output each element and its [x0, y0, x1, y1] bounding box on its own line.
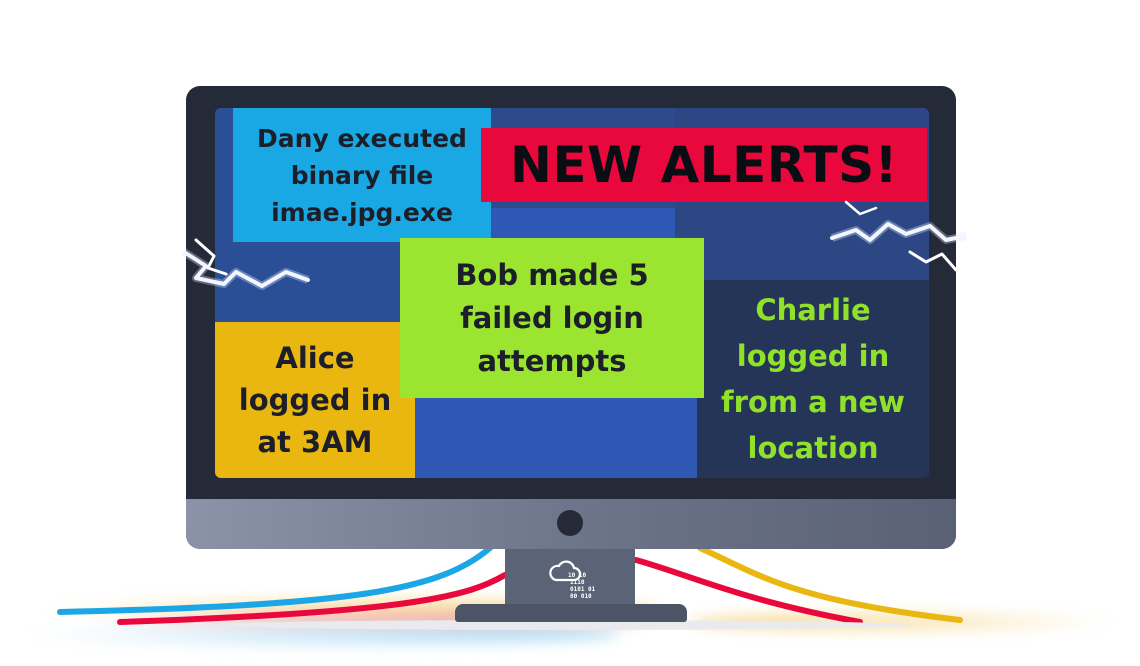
lightning-spark-icon: [830, 200, 968, 272]
alert-alice-line-3: at 3AM: [257, 425, 373, 459]
monitor-stand-base: [455, 604, 687, 622]
new-alerts-headline: NEW ALERTS!: [510, 136, 898, 194]
alert-card-alice: Alice logged in at 3AM: [215, 322, 415, 478]
alert-dany-line-1: Dany executed: [257, 123, 467, 153]
alert-bob-line-3: attempts: [477, 343, 627, 378]
alert-alice-line-2: logged in: [238, 383, 392, 417]
monitor: Dany executed binary file imae.jpg.exe N…: [186, 86, 956, 549]
alert-bob-line-2: failed login: [460, 300, 644, 335]
alert-monitor-illustration: 10 10 1110 0101 01 00 010 Dany executed …: [0, 0, 1140, 666]
alert-charlie-line-1: Charlie: [755, 293, 871, 327]
alert-charlie-line-2: logged in: [736, 339, 890, 373]
new-alerts-banner: NEW ALERTS!: [481, 128, 927, 202]
binary-line-4: 00 010: [570, 593, 592, 600]
alert-charlie-line-4: location: [747, 431, 879, 465]
lightning-spark-icon: [181, 238, 310, 290]
alert-alice-line-1: Alice: [275, 341, 355, 375]
cable-yellow: [697, 545, 963, 623]
webcam-icon: [557, 510, 583, 536]
cloud-data-badge: 10 10 1110 0101 01 00 010: [548, 558, 595, 600]
alert-card-bob: Bob made 5 failed login attempts: [400, 238, 704, 398]
alert-charlie-line-3: from a new: [721, 385, 905, 419]
alert-dany-line-2: binary file: [290, 160, 434, 190]
alert-bob-line-1: Bob made 5: [455, 257, 649, 292]
alert-card-charlie: Charlie logged in from a new location: [697, 280, 929, 478]
